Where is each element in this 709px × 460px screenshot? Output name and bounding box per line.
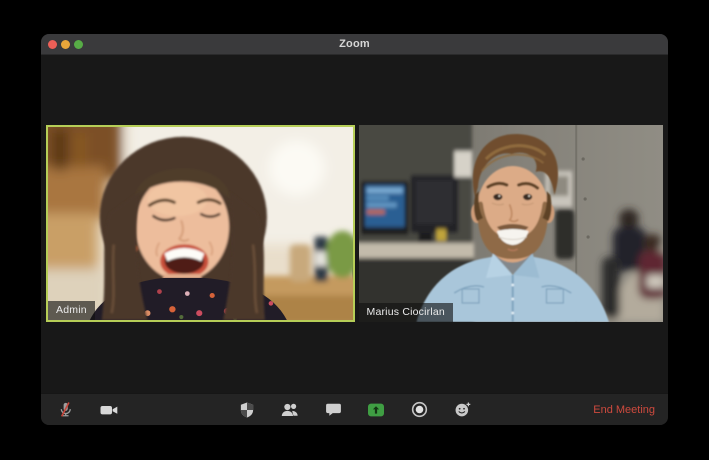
meeting-toolbar: End Meeting bbox=[41, 393, 668, 425]
close-button[interactable] bbox=[48, 39, 57, 49]
participant-name-label: Admin bbox=[48, 300, 95, 320]
security-shield-icon bbox=[240, 401, 254, 418]
zoom-button[interactable] bbox=[74, 39, 83, 49]
video-button[interactable] bbox=[98, 399, 119, 420]
video-tile-admin[interactable]: Admin bbox=[46, 125, 355, 322]
zoom-window: Zoom Admin Marius Ciocirlan End Meeting bbox=[41, 34, 668, 425]
mute-button[interactable] bbox=[55, 399, 76, 420]
minimize-button[interactable] bbox=[61, 39, 70, 49]
toolbar-left-group bbox=[55, 394, 119, 425]
window-title: Zoom bbox=[339, 38, 370, 50]
chat-button[interactable] bbox=[323, 399, 344, 420]
video-tile-marius[interactable]: Marius Ciocirlan bbox=[358, 125, 663, 322]
security-button[interactable] bbox=[237, 399, 258, 420]
toolbar-center-group bbox=[237, 394, 473, 425]
participants-button[interactable] bbox=[280, 399, 301, 420]
share-screen-button[interactable] bbox=[366, 399, 387, 420]
admin-video-feed bbox=[48, 127, 353, 320]
reactions-button[interactable] bbox=[452, 399, 473, 420]
toolbar-right-group: End Meeting bbox=[593, 394, 655, 425]
chat-icon bbox=[325, 403, 341, 416]
record-button[interactable] bbox=[409, 399, 430, 420]
video-camera-icon bbox=[100, 405, 117, 414]
share-screen-icon bbox=[368, 403, 384, 416]
microphone-muted-icon bbox=[60, 402, 71, 417]
participants-icon bbox=[281, 403, 298, 416]
marius-video-feed bbox=[358, 125, 663, 322]
end-meeting-button[interactable]: End Meeting bbox=[593, 404, 655, 416]
record-icon bbox=[411, 401, 427, 418]
participant-name-label: Marius Ciocirlan bbox=[358, 302, 453, 322]
reactions-icon bbox=[455, 402, 470, 417]
window-controls bbox=[48, 34, 83, 54]
titlebar: Zoom bbox=[41, 34, 668, 55]
video-grid: Admin Marius Ciocirlan bbox=[46, 125, 663, 322]
